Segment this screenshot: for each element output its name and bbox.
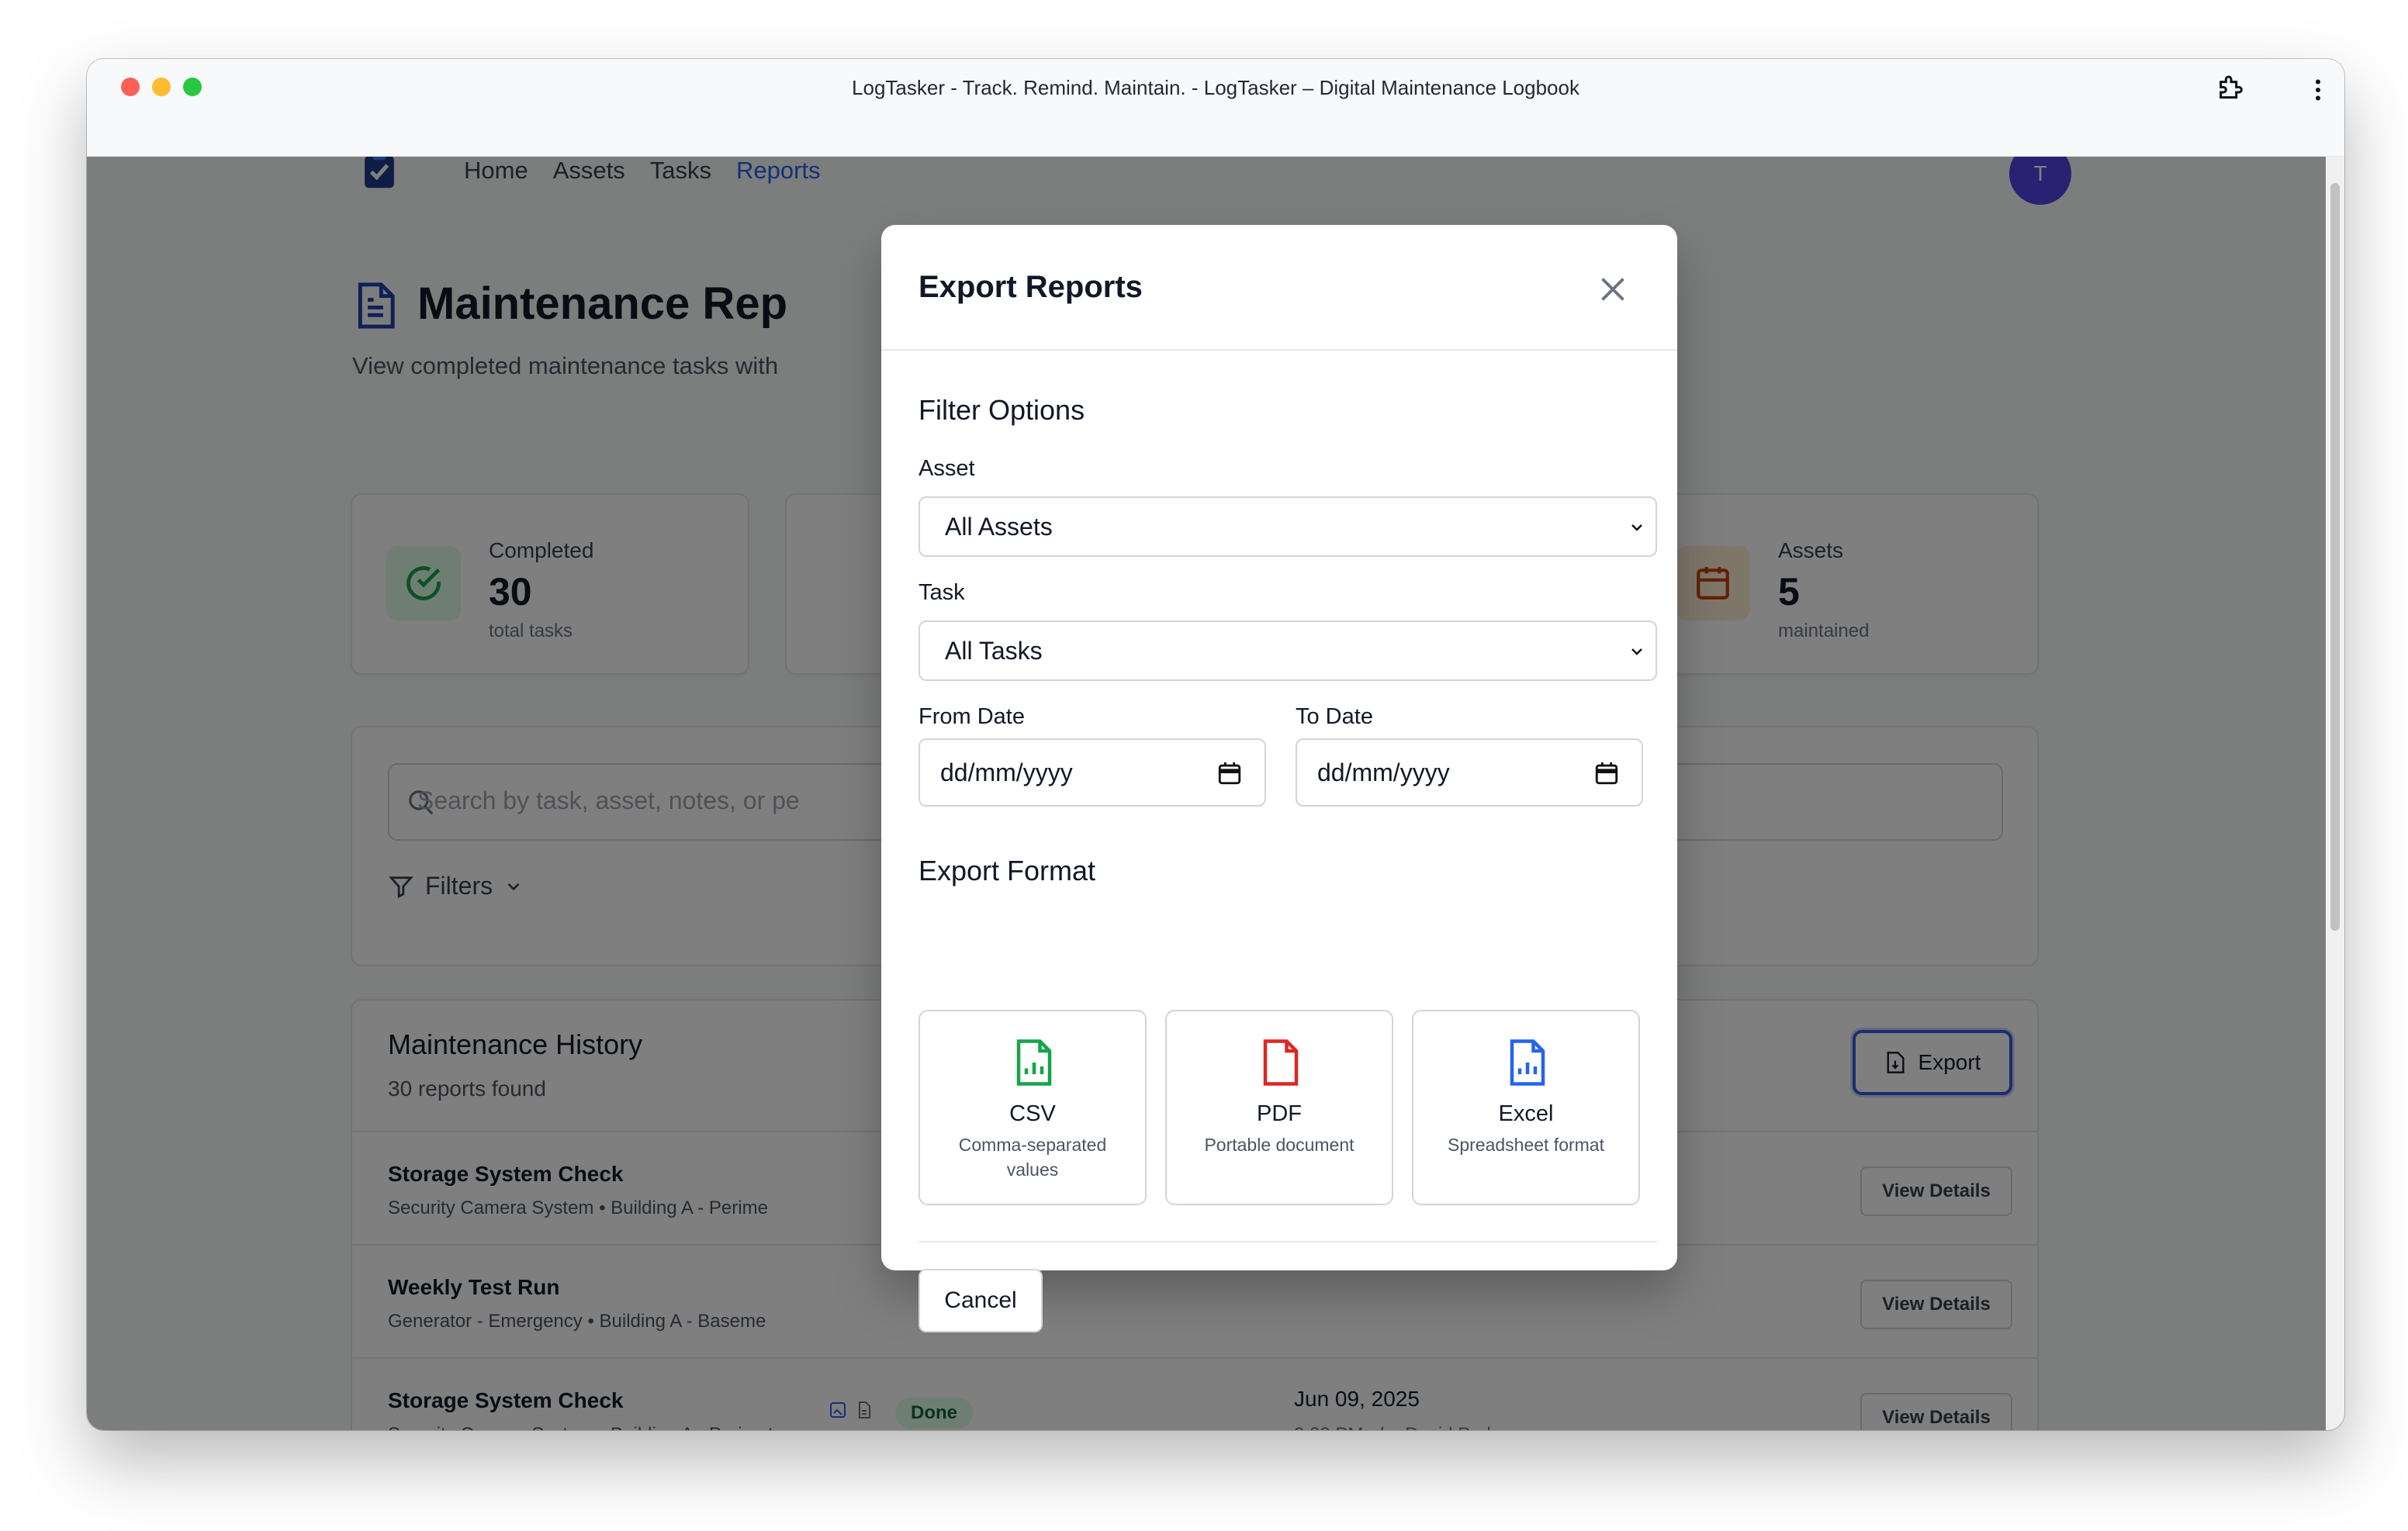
filter-options-title: Filter Options	[919, 394, 1085, 426]
chevron-down-icon	[1631, 648, 1642, 655]
title-bar: LogTasker - Track. Remind. Maintain. - L…	[87, 59, 2344, 157]
to-date-label: To Date	[1296, 704, 1373, 729]
from-date-label: From Date	[919, 704, 1025, 729]
format-option-csv[interactable]: CSV Comma-separated values	[919, 1010, 1147, 1205]
asset-select-value: All Assets	[945, 512, 1053, 541]
window-title: LogTasker - Track. Remind. Maintain. - L…	[852, 76, 1579, 99]
csv-file-icon	[1016, 1039, 1052, 1086]
modal-header: Export Reports	[881, 225, 1677, 351]
chevron-down-icon	[1631, 524, 1642, 531]
scrollbar[interactable]	[2326, 157, 2344, 1430]
task-label: Task	[919, 580, 965, 605]
asset-label: Asset	[919, 456, 975, 481]
format-name: Excel	[1498, 1101, 1554, 1126]
cancel-button[interactable]: Cancel	[919, 1269, 1043, 1332]
close-icon[interactable]	[1595, 271, 1631, 307]
browser-window: LogTasker - Track. Remind. Maintain. - L…	[87, 59, 2344, 1430]
format-name: PDF	[1257, 1101, 1302, 1126]
excel-file-icon	[1510, 1039, 1545, 1086]
modal-title: Export Reports	[919, 270, 1143, 304]
format-desc: Spreadsheet format	[1447, 1135, 1604, 1155]
modal-divider	[919, 1241, 1657, 1242]
extensions-icon[interactable]	[2216, 73, 2247, 104]
format-option-excel[interactable]: Excel Spreadsheet format	[1412, 1010, 1640, 1205]
scrollbar-thumb[interactable]	[2330, 183, 2340, 931]
from-date-input[interactable]: dd/mm/yyyy	[919, 738, 1266, 807]
format-desc: Portable document	[1204, 1135, 1354, 1155]
pdf-file-icon	[1263, 1039, 1299, 1086]
from-date-placeholder: dd/mm/yyyy	[940, 758, 1073, 786]
format-name: CSV	[1009, 1101, 1056, 1126]
task-select-value: All Tasks	[945, 636, 1043, 665]
export-format-title: Export Format	[919, 855, 1096, 886]
to-date-input[interactable]: dd/mm/yyyy	[1296, 738, 1643, 807]
task-select[interactable]: All Tasks	[919, 620, 1657, 681]
asset-select[interactable]: All Assets	[919, 496, 1657, 557]
calendar-picker-icon[interactable]	[1593, 760, 1620, 786]
to-date-placeholder: dd/mm/yyyy	[1317, 758, 1450, 786]
more-options-icon[interactable]	[2304, 74, 2332, 105]
format-desc: Comma-separated values	[958, 1135, 1107, 1180]
export-reports-modal: Export Reports Filter Options Asset All …	[881, 225, 1677, 1332]
calendar-picker-icon[interactable]	[1216, 760, 1243, 786]
format-option-pdf[interactable]: PDF Portable document	[1165, 1010, 1393, 1205]
